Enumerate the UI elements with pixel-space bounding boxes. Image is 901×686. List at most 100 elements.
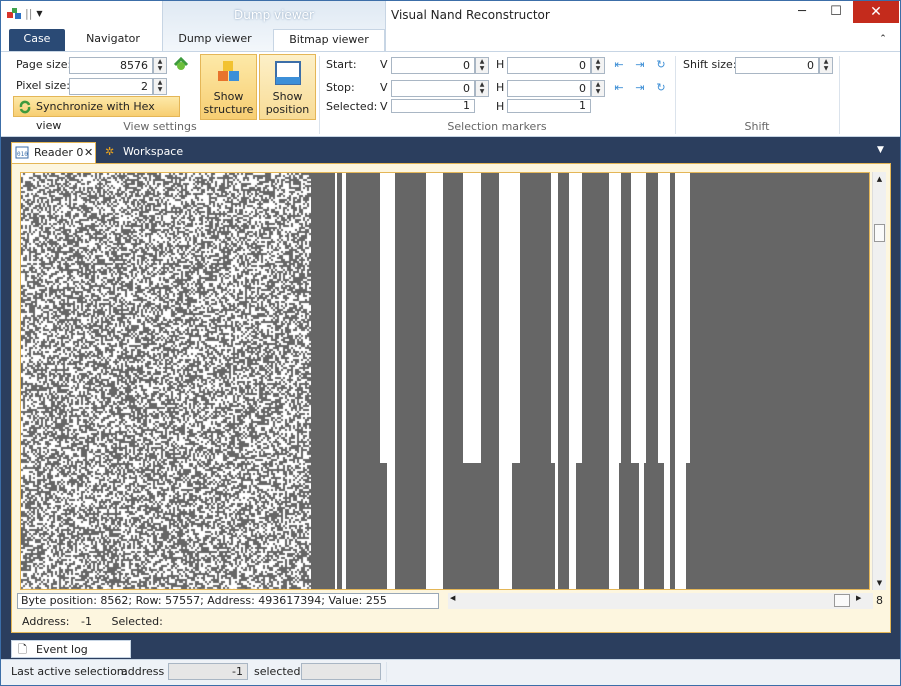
stop-h-label: H (496, 81, 505, 94)
stop-v-label: V (380, 81, 388, 94)
selected-label: Selected: (326, 100, 378, 113)
bitmap-viewer-panel: ▲ ▼ Byte position: 8562; Row: 57557; Add… (11, 163, 891, 633)
shift-size-label: Shift size: (683, 58, 737, 71)
app-logo-icon (7, 7, 21, 19)
bitmap-image (21, 173, 869, 589)
start-v-spinner[interactable]: ▲ ▼ (475, 57, 489, 74)
show-structure-label-1: Show (213, 90, 244, 103)
start-h-spinner[interactable]: ▲ ▼ (591, 57, 605, 74)
position-status-line: Byte position: 8562; Row: 57557; Address… (17, 593, 439, 609)
selected-v-value: 1 (391, 99, 475, 113)
shift-size-input[interactable]: 0 (735, 57, 819, 74)
shift-group-label: Shift (744, 120, 770, 133)
start-v-label: V (380, 58, 388, 71)
start-v-input[interactable]: 0 (391, 57, 475, 74)
stop-label: Stop: (326, 81, 355, 94)
title-bar: || ▼ Dump viewer Visual Nand Reconstruct… (1, 1, 900, 51)
pixel-size-spinner[interactable]: ▲ ▼ (153, 78, 167, 95)
status-bar: Last active selection: address -1 select… (1, 659, 900, 685)
status-address-label: address (121, 665, 165, 678)
status-selected-value (301, 663, 381, 680)
horizontal-scrollbar[interactable]: ◀ ▶ 8 (448, 593, 883, 609)
sync-icon (19, 100, 31, 114)
page-size-input[interactable]: 8576 (69, 57, 153, 74)
show-position-label-1: Show (272, 90, 303, 103)
start-go-last-icon[interactable]: ⇥ (632, 58, 648, 72)
document-menu-icon[interactable]: ▼ (877, 145, 884, 155)
selection-markers-group-label: Selection markers (447, 120, 547, 133)
stop-go-first-icon[interactable]: ⇤ (611, 81, 627, 95)
status-address-value: -1 (168, 663, 248, 680)
window-title: Visual Nand Reconstructor (391, 8, 550, 22)
vertical-scroll-thumb[interactable] (874, 224, 885, 242)
horizontal-scroll-thumb[interactable] (834, 594, 850, 607)
collapse-ribbon-icon[interactable]: ⌃ (873, 29, 893, 51)
shift-size-spinner[interactable]: ▲ ▼ (819, 57, 833, 74)
tab-navigator[interactable]: Navigator (71, 29, 155, 51)
event-log-explorer-tab[interactable]: 🗋 Event log explorer (11, 640, 131, 674)
start-h-label: H (496, 58, 505, 71)
workspace-tab-label: Workspace (123, 145, 184, 158)
stop-go-last-icon[interactable]: ⇥ (632, 81, 648, 95)
bitmap-canvas[interactable] (20, 172, 870, 590)
selected-v-label: V (380, 100, 388, 113)
maximize-button[interactable]: ☐ (819, 1, 853, 23)
reader-tab-label: Reader 0 (34, 146, 84, 159)
vertical-scrollbar[interactable]: ▲ ▼ (872, 172, 886, 590)
address-row: Address: -1 Selected: (22, 615, 163, 628)
scroll-left-icon[interactable]: ◀ (450, 594, 455, 602)
tab-workspace[interactable]: ✲ Workspace (101, 142, 211, 163)
scroll-right-icon[interactable]: ▶ (856, 594, 861, 602)
start-h-input[interactable]: 0 (507, 57, 591, 74)
close-button[interactable]: ✕ (853, 1, 899, 23)
structure-cubes-icon (217, 61, 239, 81)
position-window-icon (274, 61, 301, 85)
ribbon-panel: Page size: 8576 ▲ ▼ Pixel size: 2 ▲ ▼ Sync… (1, 51, 900, 137)
view-settings-group-label: View settings (123, 120, 197, 133)
address-label: Address: (22, 615, 70, 628)
show-position-button[interactable]: Show position (259, 54, 316, 120)
group-separator (839, 56, 840, 134)
selected-h-label: H (496, 100, 505, 113)
start-refresh-icon[interactable]: ↻ (653, 58, 669, 72)
stop-v-input[interactable]: 0 (391, 80, 475, 97)
show-structure-label-2: structure (203, 103, 254, 116)
address-value: -1 (81, 615, 92, 628)
stop-h-spinner[interactable]: ▲ ▼ (591, 80, 605, 97)
reader-icon: 010 (15, 146, 29, 159)
tab-bitmap-viewer[interactable]: Bitmap viewer (273, 29, 385, 51)
pixel-size-input[interactable]: 2 (69, 78, 153, 95)
stop-refresh-icon[interactable]: ↻ (653, 81, 669, 95)
show-position-label-2: position (265, 103, 310, 116)
selected-label: Selected: (111, 615, 163, 628)
stop-v-spinner[interactable]: ▲ ▼ (475, 80, 489, 97)
show-structure-button[interactable]: Show structure (200, 54, 257, 120)
apply-page-size-icon[interactable] (173, 57, 189, 71)
scroll-down-icon[interactable]: ▼ (873, 576, 886, 590)
stop-h-input[interactable]: 0 (507, 80, 591, 97)
selected-h-value: 1 (507, 99, 591, 113)
document-icon: 🗋 (18, 643, 27, 656)
pixel-size-label: Pixel size: (16, 79, 70, 92)
last-active-label: Last active selection: (11, 665, 128, 678)
quick-access-toolbar: || ▼ (7, 7, 43, 20)
page-size-spinner[interactable]: ▲ ▼ (153, 57, 167, 74)
ribbon-tabs: Case Navigator Dump viewer Bitmap viewer… (1, 29, 900, 51)
context-tab-title: Dump viewer (234, 8, 314, 22)
start-go-first-icon[interactable]: ⇤ (611, 58, 627, 72)
minimize-button[interactable]: ─ (785, 1, 819, 23)
close-tab-icon[interactable]: ✕ (84, 143, 93, 162)
start-label: Start: (326, 58, 357, 71)
tab-case[interactable]: Case (9, 29, 65, 51)
synchronize-hex-view-button[interactable]: Synchronize with Hex view (13, 96, 180, 132)
page-size-label: Page size: (16, 58, 72, 71)
tab-dump-viewer[interactable]: Dump viewer (173, 29, 257, 51)
hscroll-value: 8 (876, 594, 883, 607)
separator-icon: || (25, 7, 33, 20)
quick-access-dropdown-icon[interactable]: ▼ (36, 9, 42, 18)
svg-text:010: 010 (17, 151, 28, 158)
tab-reader-0[interactable]: 010 Reader 0 ✕ (11, 142, 96, 163)
status-selected-label: selected (254, 665, 301, 678)
workspace-gear-icon: ✲ (105, 145, 115, 158)
scroll-up-icon[interactable]: ▲ (873, 172, 886, 186)
